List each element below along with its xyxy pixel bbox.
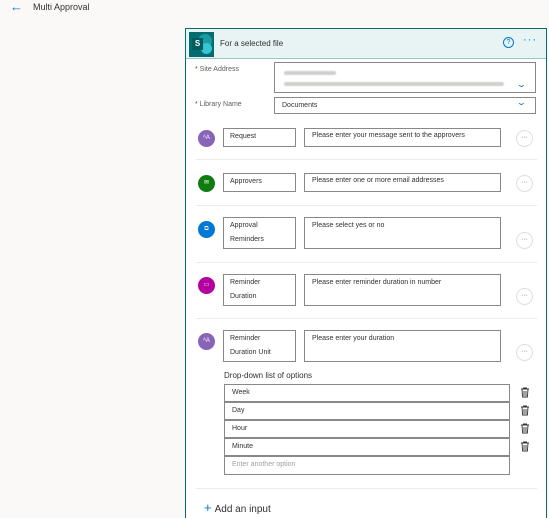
yes-no-input-icon: ⧉ <box>198 221 215 238</box>
input-name-label: Request <box>230 133 257 140</box>
dropdown-options-label: Drop-down list of options <box>224 371 313 380</box>
trash-icon[interactable] <box>520 405 530 416</box>
divider <box>196 488 537 489</box>
trash-icon[interactable] <box>520 441 530 452</box>
trash-icon[interactable] <box>520 423 530 434</box>
chevron-down-icon[interactable]: ⌄ <box>516 80 527 89</box>
site-address-label: * Site Address <box>195 66 239 73</box>
top-bar: ← Multi Approval <box>0 0 549 16</box>
input-name-line2: Reminders <box>230 236 264 243</box>
library-name-dropdown[interactable]: Documents ⌄ <box>274 97 536 114</box>
trigger-title: For a selected file <box>220 39 284 48</box>
site-address-dropdown[interactable]: ⌄ <box>274 62 536 93</box>
plus-icon: + <box>204 500 212 515</box>
back-arrow-icon[interactable]: ← <box>10 0 23 14</box>
input-name-line1: Reminder <box>230 279 261 286</box>
dropdown-option[interactable]: Week <box>224 384 510 402</box>
more-options-icon[interactable]: ··· <box>523 34 537 46</box>
text-input-icon: ᴬA <box>198 130 215 147</box>
trigger-card: S For a selected file ? ··· * Site Addre… <box>185 28 547 518</box>
help-icon[interactable]: ? <box>503 37 514 48</box>
input-more-button[interactable]: ··· <box>516 288 533 305</box>
input-hint-label: Please enter your duration <box>312 335 395 342</box>
input-hint-label: Please select yes or no <box>312 222 385 229</box>
trash-icon[interactable] <box>520 387 530 398</box>
dropdown-option[interactable]: Day <box>224 402 510 420</box>
divider <box>196 262 537 263</box>
dropdown-option[interactable]: Hour <box>224 420 510 438</box>
input-hint-label: Please enter your message sent to the ap… <box>312 132 465 139</box>
divider <box>196 159 537 160</box>
email-input-icon: ✉ <box>198 175 215 192</box>
text-input-icon: ᴬA <box>198 333 215 350</box>
sharepoint-logo-icon: S <box>189 32 214 57</box>
input-name-line2: Duration <box>230 293 257 300</box>
dropdown-option[interactable]: Minute <box>224 438 510 456</box>
input-hint-label: Please enter one or more email addresses <box>312 177 444 184</box>
input-more-button[interactable]: ··· <box>516 232 533 249</box>
app-title: Multi Approval <box>33 2 90 12</box>
trigger-header[interactable]: S For a selected file ? ··· <box>186 29 546 59</box>
input-name-request[interactable]: Request <box>223 128 296 147</box>
input-hint-reminder-duration[interactable]: Please enter reminder duration in number <box>304 274 501 306</box>
input-hint-approval-reminders[interactable]: Please select yes or no <box>304 217 501 249</box>
input-more-button[interactable]: ··· <box>516 175 533 192</box>
input-name-line1: Reminder <box>230 335 261 342</box>
divider <box>196 318 537 319</box>
divider <box>196 205 537 206</box>
input-more-button[interactable]: ··· <box>516 130 533 147</box>
input-name-line1: Approval <box>230 222 258 229</box>
add-input-button[interactable]: + Add an input <box>204 500 271 515</box>
add-option-input[interactable]: Enter another option <box>224 456 510 475</box>
input-hint-request[interactable]: Please enter your message sent to the ap… <box>304 128 501 147</box>
input-name-reminder-duration[interactable]: Reminder Duration <box>223 274 296 306</box>
input-name-approval-reminders[interactable]: Approval Reminders <box>223 217 296 249</box>
add-input-label: Add an input <box>214 504 271 515</box>
chevron-down-icon[interactable]: ⌄ <box>516 95 527 110</box>
input-hint-approvers[interactable]: Please enter one or more email addresses <box>304 173 501 192</box>
number-input-icon: ▭ <box>198 277 215 294</box>
input-hint-reminder-duration-unit[interactable]: Please enter your duration <box>304 330 501 362</box>
library-name-label: * Library Name <box>195 101 242 108</box>
input-more-button[interactable]: ··· <box>516 344 533 361</box>
input-name-label: Approvers <box>230 178 262 185</box>
input-hint-label: Please enter reminder duration in number <box>312 279 442 286</box>
input-name-line2: Duration Unit <box>230 349 271 356</box>
library-name-value: Documents <box>282 102 318 109</box>
input-name-reminder-duration-unit[interactable]: Reminder Duration Unit <box>223 330 296 362</box>
input-name-approvers[interactable]: Approvers <box>223 173 296 192</box>
